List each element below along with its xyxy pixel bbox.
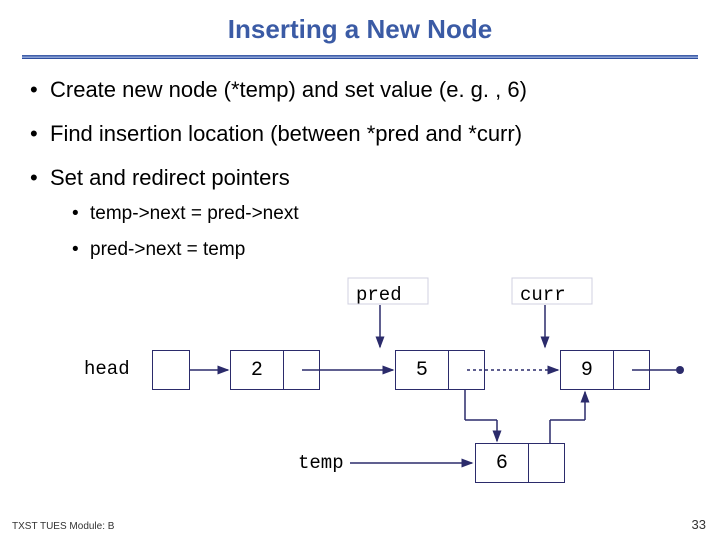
label-curr: curr: [520, 284, 566, 306]
label-pred: pred: [356, 284, 402, 306]
bullet-1: Create new node (*temp) and set value (e…: [30, 77, 690, 103]
sub-bullet-1: temp->next = pred->next: [50, 203, 690, 225]
bullet-3: Set and redirect pointers temp->next = p…: [30, 165, 690, 261]
node-6-ptr: [529, 444, 564, 482]
node-9-ptr: [614, 351, 649, 389]
node-2: 2: [230, 350, 320, 390]
content-area: Create new node (*temp) and set value (e…: [0, 59, 720, 261]
node-6-value: 6: [476, 444, 529, 482]
node-9-value: 9: [561, 351, 614, 389]
node-2-value: 2: [231, 351, 284, 389]
node-5: 5: [395, 350, 485, 390]
head-pointer-box: [152, 350, 190, 390]
sub-bullet-2: pred->next = temp: [50, 239, 690, 261]
footer-right: 33: [692, 517, 706, 532]
label-head: head: [84, 358, 130, 380]
label-temp: temp: [298, 452, 344, 474]
node-5-ptr: [449, 351, 484, 389]
bullet-3-text: Set and redirect pointers: [50, 165, 290, 190]
node-6: 6: [475, 443, 565, 483]
node-2-ptr: [284, 351, 319, 389]
node-5-value: 5: [396, 351, 449, 389]
bullet-2: Find insertion location (between *pred a…: [30, 121, 690, 147]
footer-left: TXST TUES Module: B: [12, 521, 114, 532]
node-9: 9: [560, 350, 650, 390]
slide-title: Inserting a New Node: [0, 0, 720, 45]
